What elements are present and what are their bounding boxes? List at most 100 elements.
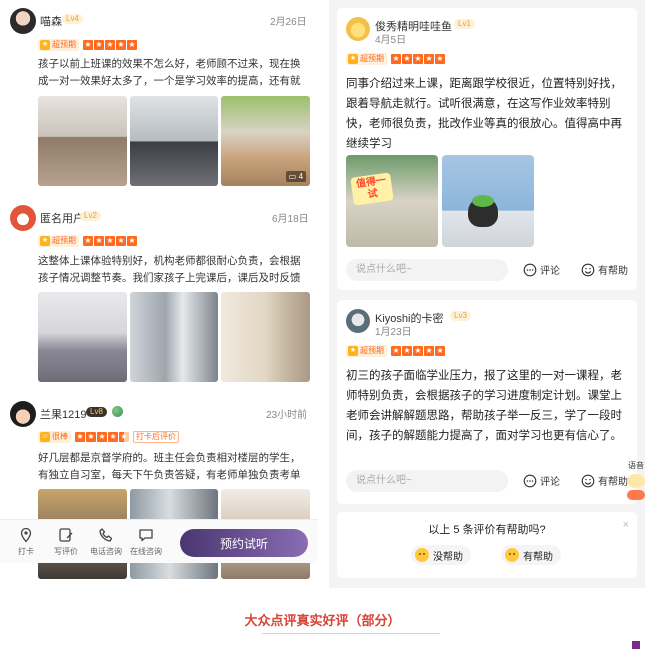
review-photos: ▭ 4 (38, 96, 311, 186)
close-icon[interactable]: × (623, 519, 629, 531)
happy-face-icon (505, 548, 519, 562)
voice-floating-button[interactable]: 语音 (625, 456, 645, 506)
comment-input[interactable]: 说点什么吧~ (346, 259, 508, 281)
corner-marker (632, 641, 640, 649)
review-photo[interactable] (221, 292, 311, 382)
avatar[interactable] (10, 401, 36, 427)
avatar[interactable] (346, 309, 370, 333)
star-icon: ★ (413, 53, 423, 64)
smile-icon: ☺ (40, 431, 50, 442)
user-level-badge: Lv1 (454, 19, 475, 29)
review-text[interactable]: 好几层都是京督学府的。班主任会负责相对楼层的学生，有独立自习室，每天下午负责答疑… (38, 450, 310, 484)
review-tag: ★ 超预期 (38, 38, 79, 51)
user-name[interactable]: 兰果1219 (40, 406, 86, 422)
online-consult-button[interactable]: 在线咨询 (126, 527, 166, 557)
review-tag: ★ 超预期 (346, 52, 387, 65)
star-rating: ★ ★ ★ ★ ★ (391, 53, 445, 64)
avatar[interactable] (10, 8, 36, 34)
review-text[interactable]: 孩子以前上班课的效果不怎么好，老师顾不过来，现在换成一对一效果好太多了，一个是学… (38, 56, 310, 90)
student-figure-cap (472, 195, 494, 207)
avatar[interactable] (10, 205, 36, 231)
helpful-prompt: 以上 5 条评价有帮助吗? × 没帮助 有帮助 (337, 512, 637, 578)
user-level-badge: Lv2 (80, 211, 101, 221)
user-level-badge: Lv8 (86, 407, 107, 417)
photo-count: ▭ 4 (285, 171, 307, 182)
book-trial-button[interactable]: 预约试听 (180, 529, 308, 557)
user-name[interactable]: 喵森 (40, 13, 62, 29)
thumb-icon: ★ (40, 39, 50, 50)
review-card: 俊秀精明哇哇鱼 Lv1 4月5日 ★ 超预期 ★ ★ ★ ★ ★ 同事介绍过来上课，距离跟… (337, 8, 637, 290)
helpful-icon (581, 263, 595, 276)
star-rating: ★ ★ ★ ★ ★ (83, 39, 137, 50)
thumb-icon: ★ (40, 235, 50, 246)
star-icon: ★ (83, 39, 93, 50)
user-name[interactable]: 匿名用户 (40, 210, 84, 226)
star-icon: ★ (116, 235, 126, 246)
star-icon: ★ (127, 235, 137, 246)
rating-row: ☺ 很棒 ★ ★ ★ ★ ★ 打卡后评价 (38, 430, 179, 443)
phone-consult-button[interactable]: 电话咨询 (86, 527, 126, 557)
helpful-button[interactable]: 有帮助 (581, 473, 628, 488)
review-photo[interactable] (129, 292, 219, 382)
star-icon: ★ (105, 39, 115, 50)
helpful-yes-button[interactable]: 有帮助 (501, 545, 561, 565)
review-photo[interactable]: ▭ 4 (221, 96, 311, 186)
bottom-action-bar: 打卡 写评价 电话咨询 在线咨询 预约试听 (0, 519, 318, 563)
caption-underline (262, 633, 440, 634)
right-screenshot: 俊秀精明哇哇鱼 Lv1 4月5日 ★ 超预期 ★ ★ ★ ★ ★ 同事介绍过来上课，距离跟… (329, 0, 645, 588)
comment-input[interactable]: 说点什么吧~ (346, 470, 508, 492)
voice-indicator-icon (627, 490, 645, 500)
review-date: 6月18日 (272, 214, 309, 225)
star-icon: ★ (127, 39, 137, 50)
helpful-icon (581, 474, 595, 487)
bottom-bar-label: 在线咨询 (130, 546, 162, 556)
review-text[interactable]: 同事介绍过来上课，距离跟学校很近，位置特别好找，跟着导航走就行。试听很满意，在这… (346, 74, 631, 154)
chat-icon (139, 528, 153, 541)
neutral-face-icon (415, 548, 429, 562)
review-photo[interactable] (442, 155, 534, 247)
star-icon: ★ (94, 235, 104, 246)
review-card: 匿名用户 Lv2 6月18日 ★ 超预期 ★ ★ ★ ★ ★ 这整体上课体验特别好，机构老… (0, 200, 318, 382)
review-photos (38, 292, 311, 382)
user-level-badge: Lv3 (450, 311, 471, 321)
star-icon: ★ (83, 235, 93, 246)
review-card: 兰果1219 Lv8 23小时前 ☺ 很棒 ★ ★ ★ ★ ★ 打卡后评价 好几层都是京督… (0, 398, 318, 579)
helpful-button[interactable]: 有帮助 (581, 262, 628, 277)
not-helpful-button[interactable]: 没帮助 (411, 545, 471, 565)
globe-icon (112, 406, 123, 417)
comment-icon (523, 263, 537, 276)
review-date: 1月23日 (375, 327, 412, 338)
review-photo[interactable] (38, 292, 127, 382)
rating-row: ★ 超预期 ★ ★ ★ ★ ★ (38, 234, 137, 247)
left-screenshot: 喵森 Lv4 2月26日 ★ 超预期 ★ ★ ★ ★ ★ 孩子以前上班课的效果不怎么好，老… (0, 0, 318, 588)
thumb-icon: ★ (348, 345, 358, 356)
star-icon: ★ (97, 431, 107, 442)
location-pin-icon (20, 527, 32, 542)
review-text[interactable]: 这整体上课体验特别好，机构老师都很耐心负责，会根据孩子情况调整节奏。我们家孩子上… (38, 253, 310, 287)
rating-row: ★ 超预期 ★ ★ ★ ★ ★ (346, 344, 445, 357)
review-text[interactable]: 初三的孩子面临学业压力，报了这里的一对一课程，老师特别负责，会根据孩子的学习进度… (346, 366, 631, 466)
bottom-bar-label: 打卡 (18, 546, 34, 556)
avatar[interactable] (346, 17, 370, 41)
review-photo[interactable] (129, 96, 219, 186)
star-icon: ★ (108, 431, 118, 442)
write-review-button[interactable]: 写评价 (46, 527, 86, 557)
star-icon: ★ (402, 53, 412, 64)
review-date: 4月5日 (375, 35, 407, 46)
checkin-button[interactable]: 打卡 (6, 527, 46, 557)
star-icon: ★ (116, 39, 126, 50)
review-photo[interactable] (38, 96, 127, 186)
bottom-bar-label: 电话咨询 (90, 546, 122, 556)
comment-button[interactable]: 评论 (523, 473, 560, 488)
star-rating: ★ ★ ★ ★ ★ (83, 235, 137, 246)
star-icon: ★ (75, 431, 85, 442)
review-photo[interactable]: 值得一试 (346, 155, 438, 247)
comment-button[interactable]: 评论 (523, 262, 560, 277)
review-date: 2月26日 (270, 17, 307, 28)
star-rating: ★ ★ ★ ★ ★ (75, 431, 129, 442)
phone-icon (99, 527, 113, 542)
review-tag: ★ 超预期 (346, 344, 387, 357)
rating-row: ★ 超预期 ★ ★ ★ ★ ★ (346, 52, 445, 65)
star-icon: ★ (424, 345, 434, 356)
thumb-icon: ★ (348, 53, 358, 64)
